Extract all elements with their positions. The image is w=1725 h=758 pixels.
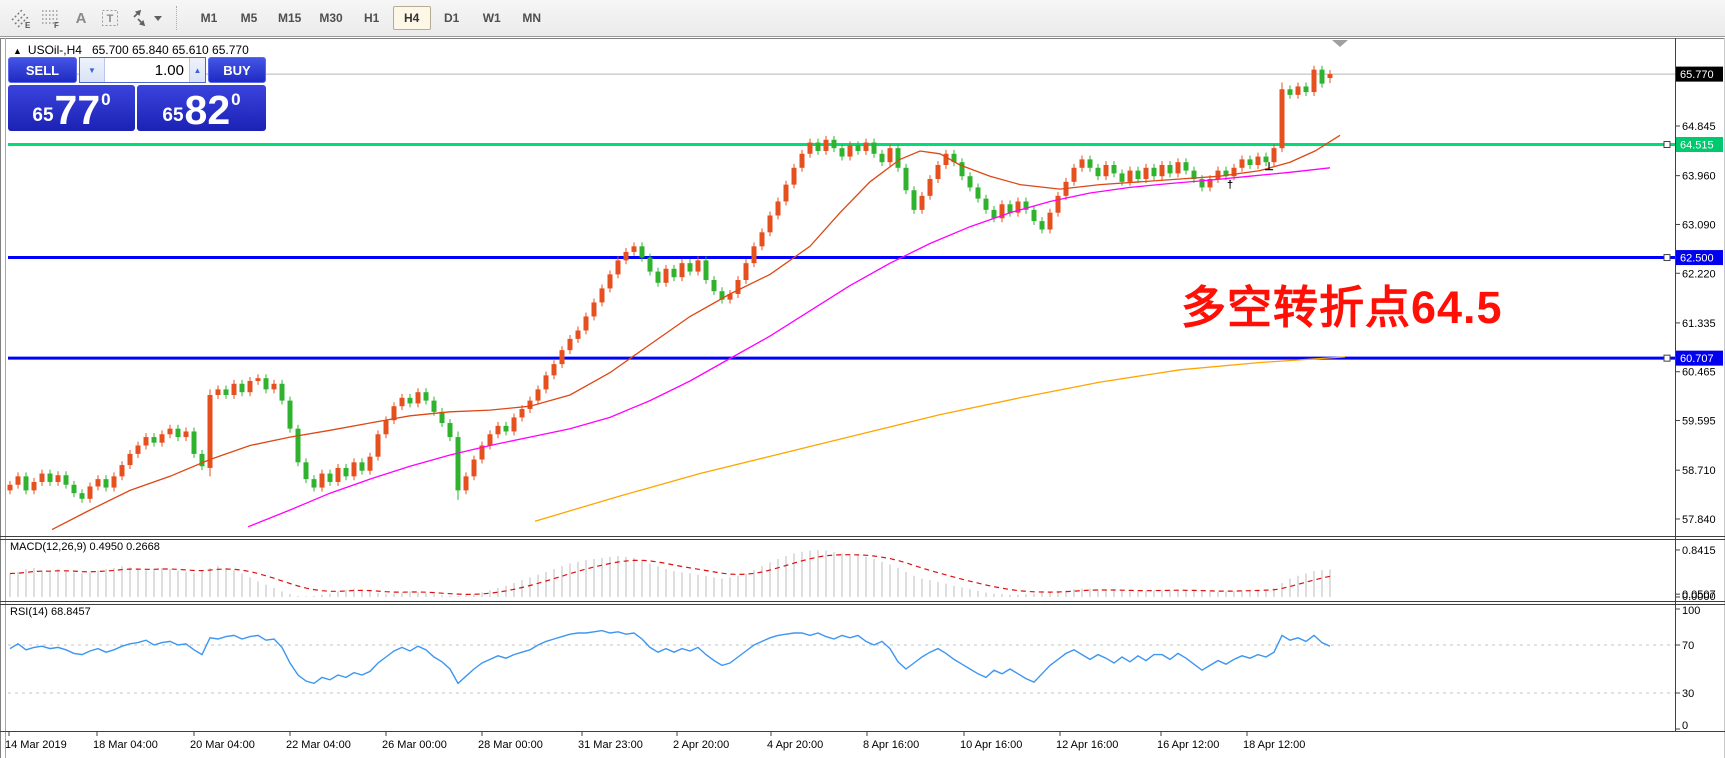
collapse-icon[interactable]: ▲ <box>13 46 22 56</box>
moving-averages-layer <box>52 135 1345 529</box>
volume-decrease-button[interactable]: ▼ <box>80 58 105 82</box>
buy-price-handle: 65 <box>162 104 183 128</box>
rsi-layer: 10070300 <box>8 605 1700 732</box>
svg-text:⊥: ⊥ <box>1264 161 1274 173</box>
timeframe-button-h1[interactable]: H1 <box>353 6 391 30</box>
text-label-icon[interactable]: T <box>96 4 126 32</box>
arrows-icon[interactable] <box>126 4 166 32</box>
chart-shift-marker-icon <box>1332 40 1348 47</box>
ma-mid <box>248 168 1330 527</box>
buy-button[interactable]: BUY <box>208 57 266 83</box>
toolbar-separator <box>176 6 181 30</box>
chart-title: ▲ USOil-,H4 65.700 65.840 65.610 65.770 <box>13 43 249 57</box>
svg-text:T: T <box>107 13 114 25</box>
one-click-trading-panel: SELL ▼ ▲ BUY 65 77 0 65 82 0 <box>8 57 266 131</box>
timeframe-button-w1[interactable]: W1 <box>473 6 511 30</box>
svg-text:F: F <box>54 21 59 29</box>
terminal-window: †⊥64.84563.96063.09062.22061.33560.46559… <box>0 0 1725 758</box>
sell-price-pips: 77 <box>55 94 101 128</box>
fibonacci-icon[interactable]: F <box>36 4 66 32</box>
dropdown-caret-icon <box>154 16 162 21</box>
text-icon[interactable]: A <box>66 4 96 32</box>
buy-price-pips: 82 <box>185 94 231 128</box>
volume-input[interactable] <box>105 58 189 82</box>
sell-price-handle: 65 <box>32 104 53 128</box>
timeframe-button-mn[interactable]: MN <box>513 6 551 30</box>
sell-price-point: 0 <box>101 90 110 110</box>
rsi-line <box>10 631 1330 684</box>
volume-increase-button[interactable]: ▲ <box>189 58 205 82</box>
equidistant-channel-icon[interactable]: E <box>6 4 36 32</box>
buy-price-point: 0 <box>231 90 240 110</box>
timeframe-button-m30[interactable]: M30 <box>311 6 350 30</box>
macd-layer: 0.84150.05070.0000 <box>10 545 1716 603</box>
timeframe-button-m15[interactable]: M15 <box>270 6 309 30</box>
time-axis[interactable] <box>0 733 1676 758</box>
rsi-indicator-label: RSI(14) 68.8457 <box>10 606 91 618</box>
svg-text:E: E <box>25 21 31 29</box>
price-axis[interactable] <box>1676 38 1725 732</box>
ma-slow <box>535 357 1345 521</box>
symbol-name: USOil-,H4 <box>28 43 82 57</box>
timeframe-button-h4[interactable]: H4 <box>393 6 431 30</box>
volume-stepper: ▼ ▲ <box>79 57 206 83</box>
sell-button[interactable]: SELL <box>8 57 77 83</box>
timeframe-group: M1M5M15M30H1H4D1W1MN <box>189 6 552 30</box>
toolbar: E F A T <box>0 0 1725 37</box>
sell-price-box[interactable]: 65 77 0 <box>8 85 135 131</box>
svg-text:†: † <box>1227 179 1233 191</box>
buy-price-box[interactable]: 65 82 0 <box>137 85 266 131</box>
svg-text:A: A <box>76 10 87 27</box>
macd-signal-line <box>10 555 1330 595</box>
macd-indicator-label: MACD(12,26,9) 0.4950 0.2668 <box>10 541 160 553</box>
timeframe-button-m5[interactable]: M5 <box>230 6 268 30</box>
quote-values: 65.700 65.840 65.610 65.770 <box>92 43 249 57</box>
ma-fast <box>52 135 1340 529</box>
timeframe-button-d1[interactable]: D1 <box>433 6 471 30</box>
timeframe-button-m1[interactable]: M1 <box>190 6 228 30</box>
chart-text-annotation[interactable]: 多空转折点64.5 <box>1181 271 1503 336</box>
